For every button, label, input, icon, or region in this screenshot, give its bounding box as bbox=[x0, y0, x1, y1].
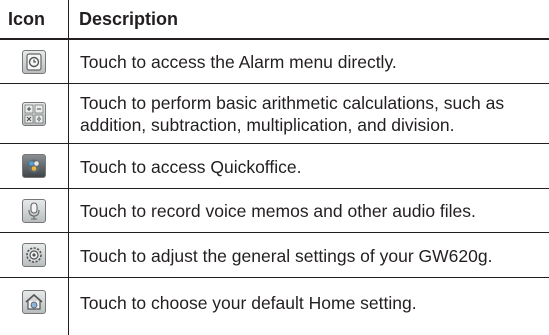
alarm-clock-icon bbox=[22, 50, 46, 74]
settings-gear-icon bbox=[22, 243, 46, 267]
icon-description-table: Icon Description Touch to access the Ala… bbox=[0, 0, 549, 335]
row-description: Touch to access Quickoffice. bbox=[80, 157, 302, 177]
table-row: Touch to perform basic arithmetic calcul… bbox=[0, 84, 549, 144]
table-row: Touch to access the Alarm menu directly. bbox=[0, 40, 549, 84]
row-description: Touch to access the Alarm menu directly. bbox=[80, 52, 397, 72]
row-description: Touch to adjust the general settings of … bbox=[80, 246, 493, 266]
quickoffice-icon bbox=[22, 154, 46, 178]
home-icon bbox=[22, 290, 46, 314]
row-description-line-2: addition, subtraction, multiplication, a… bbox=[80, 115, 455, 135]
table-row: Touch to adjust the general settings of … bbox=[0, 233, 549, 278]
table-row: Touch to access Quickoffice. bbox=[0, 144, 549, 189]
row-description: Touch to choose your default Home settin… bbox=[80, 293, 417, 313]
description-column-header: Description bbox=[79, 9, 179, 29]
icon-column-header: Icon bbox=[8, 9, 46, 29]
table-header: Icon Description bbox=[0, 0, 549, 40]
microphone-icon bbox=[22, 199, 46, 223]
calculator-icon bbox=[22, 102, 46, 126]
row-description: Touch to record voice memos and other au… bbox=[80, 201, 476, 221]
table-row: Touch to choose your default Home settin… bbox=[0, 278, 549, 335]
row-description-line-1: Touch to perform basic arithmetic calcul… bbox=[80, 93, 505, 113]
table-row: Touch to record voice memos and other au… bbox=[0, 189, 549, 233]
